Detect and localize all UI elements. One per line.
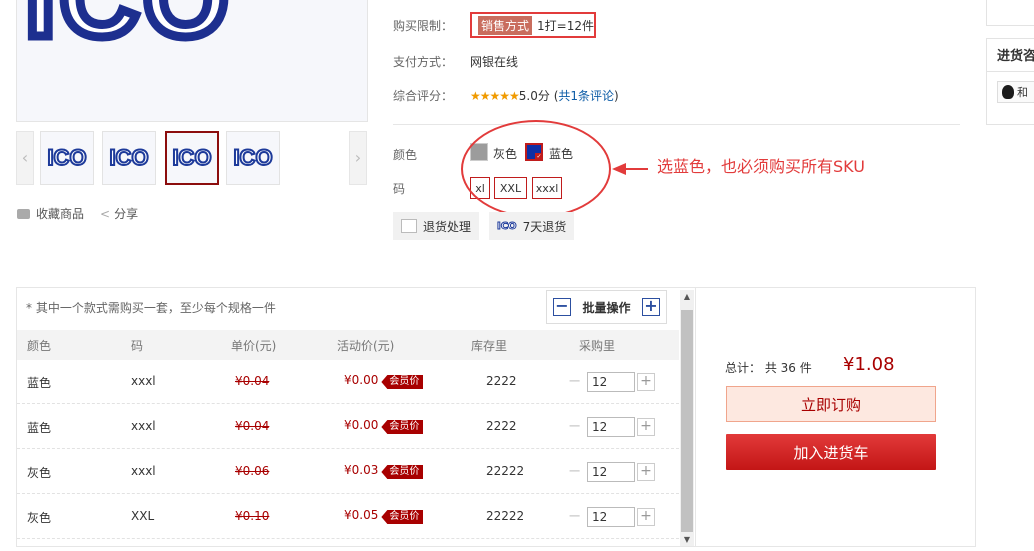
sku-note: * 其中一个款式需购买一套，至少每个规格一件 [26,301,276,315]
payment-value: 网银在线 [470,55,519,69]
qq-chat-button[interactable]: 和 [997,81,1034,103]
header-unit-price: 单价(元) [231,339,277,353]
row3-size: xxxl [131,464,156,478]
folder-icon [17,208,30,219]
row2-color: 蓝色 [27,421,52,435]
rating-stars-icon: ★★★★★ [470,89,520,103]
row3-minus-button[interactable]: − [568,461,581,480]
sale-method-value: 1打=12件 [537,18,594,33]
row1-quantity-input[interactable]: 12 [587,372,635,392]
sale-method-tag: 销售方式 [478,15,533,35]
row3-plus-button[interactable]: + [637,463,655,481]
consult-widget: 进货咨 和 [986,38,1034,125]
favorite-button[interactable]: 收藏商品 [17,205,84,222]
row3-unit-price: ¥0.06 [235,464,270,478]
scroll-up-icon[interactable]: ▲ [680,292,694,301]
row1-stock: 2222 [486,374,517,388]
row3-color: 灰色 [27,466,52,480]
summary-count: 总计： 共 36 件 [725,361,812,375]
scrollbar-thumb[interactable] [681,310,693,532]
row4-promo: ¥0.05 会员价 [344,508,424,524]
payment-label: 支付方式： [393,55,454,69]
divider [393,124,960,125]
row2-promo: ¥0.00 会员价 [344,418,424,434]
color-label: 颜色 [393,148,418,162]
row4-color: 灰色 [27,511,52,525]
row2-stock: 2222 [486,419,517,433]
right-top-box [986,0,1034,26]
header-size: 码 [131,339,144,353]
share-button[interactable]: < 分享 [100,205,138,222]
size-label: 码 [393,182,406,196]
thumb-next-arrow[interactable]: › [349,131,367,185]
row4-minus-button[interactable]: − [568,506,581,525]
row1-color: 蓝色 [27,376,52,390]
header-quantity: 采购里 [579,339,616,353]
row2-size: xxxl [131,419,156,433]
scroll-down-icon[interactable]: ▼ [680,535,694,544]
service-return-handling: 退货处理 [393,212,480,240]
review-count-link[interactable]: 共1条评论 [558,89,614,103]
row1-promo: ¥0.00 会员价 [344,373,424,389]
thumb-prev-arrow[interactable]: ‹ [16,131,34,185]
annotation-arrow-icon [612,163,626,175]
summary-total-price: ¥1.08 [843,354,895,375]
row3-promo: ¥0.03 会员价 [344,463,424,479]
consult-title: 进货咨 [997,49,1034,64]
batch-minus-button[interactable]: − [553,298,571,316]
buy-now-button[interactable]: 立即订购 [726,386,936,422]
member-price-badge: 会员价 [381,375,424,389]
header-stock: 库存里 [471,339,508,353]
member-price-badge: 会员价 [381,510,424,524]
thumbnail-1[interactable]: ICO [40,131,94,185]
header-promo-price: 活动价(元) [337,339,395,353]
rating-block: ★★★★★5.0分 (共1条评论) [470,89,619,103]
qq-icon [1002,85,1014,99]
row2-unit-price: ¥0.04 [235,419,270,433]
row3-quantity-input[interactable]: 12 [587,462,635,482]
batch-label: 批量操作 [582,300,631,315]
annotation-arrow-line [626,168,648,170]
row2-plus-button[interactable]: + [637,418,655,436]
purchase-limit-box: 销售方式 1打=12件 [470,12,596,38]
row4-quantity-input[interactable]: 12 [587,507,635,527]
product-main-image: ICO [16,0,368,122]
row2-minus-button[interactable]: − [568,416,581,435]
row2-quantity-input[interactable]: 12 [587,417,635,437]
annotation-text: 选蓝色，也必须购买所有SKU [657,157,865,176]
rating-value: 5.0分 [518,89,550,103]
service-7day-return: ICO 7天退货 [489,212,575,240]
row4-stock: 22222 [486,509,525,523]
product-logo-image: ICO [21,0,234,65]
rating-label: 综合评分： [393,89,454,103]
row3-stock: 22222 [486,464,525,478]
header-color: 颜色 [27,339,52,353]
thumbnail-2[interactable]: ICO [102,131,156,185]
return-icon [401,219,417,233]
batch-plus-button[interactable]: + [641,298,660,316]
row1-unit-price: ¥0.04 [235,374,270,388]
thumbnail-4[interactable]: ICO [226,131,280,185]
row4-size: XXL [131,509,155,523]
thumbnail-3-selected[interactable]: ICO [165,131,219,185]
row1-plus-button[interactable]: + [637,373,655,391]
member-price-badge: 会员价 [381,465,424,479]
batch-operation: − 批量操作 + [546,290,667,324]
annotation-ellipse [461,120,611,218]
share-icon: < [100,206,111,221]
member-price-badge: 会员价 [381,420,424,434]
add-to-cart-button[interactable]: 加入进货车 [726,434,936,470]
row4-unit-price: ¥0.10 [235,509,270,523]
ico-logo-icon: ICO [497,220,518,232]
purchase-limit-label: 购买限制： [393,19,454,33]
row1-size: xxxl [131,374,156,388]
row1-minus-button[interactable]: − [568,371,581,390]
row4-plus-button[interactable]: + [637,508,655,526]
